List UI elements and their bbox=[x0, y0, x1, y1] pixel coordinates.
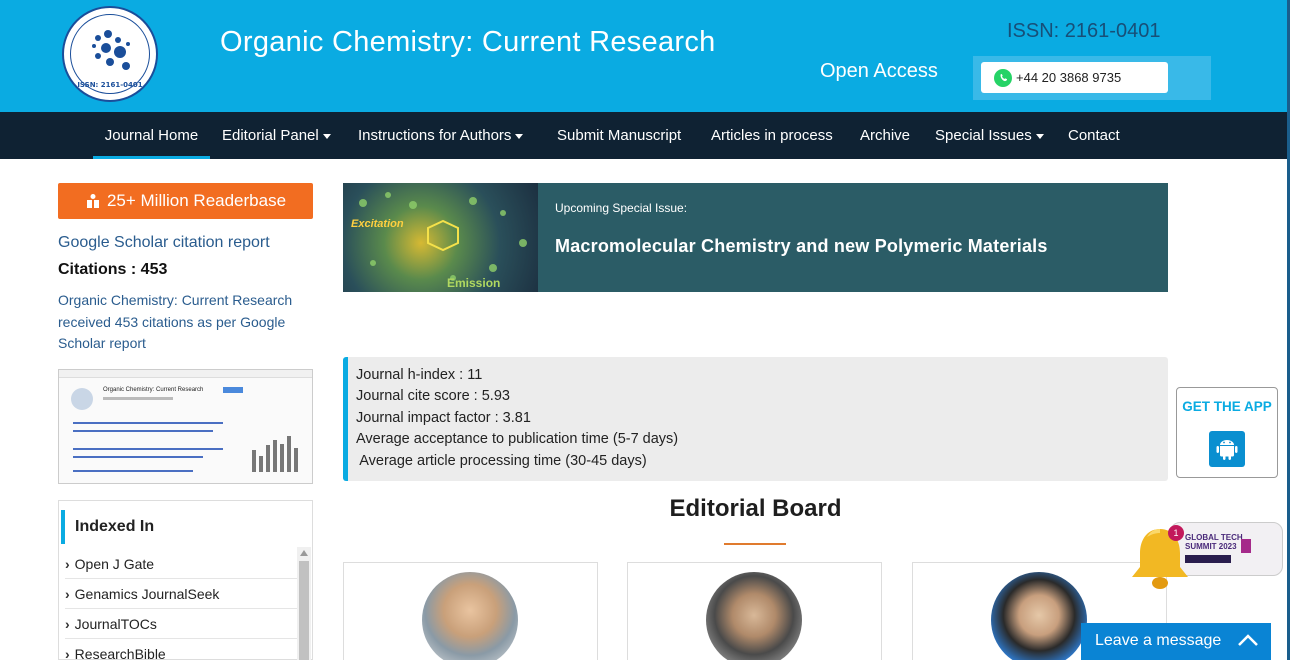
site-header: ISSN: 2161-0401 Organic Chemistry: Curre… bbox=[0, 0, 1287, 112]
journal-metrics-box: Journal h-index : 11 Journal cite score … bbox=[343, 357, 1168, 481]
chevron-right-icon: › bbox=[65, 646, 70, 660]
phone-number: +44 20 3868 9735 bbox=[1016, 70, 1122, 85]
editor-avatar bbox=[991, 572, 1087, 660]
nav-special-issues[interactable]: Special Issues bbox=[935, 112, 1044, 159]
nav-submit-manuscript[interactable]: Submit Manuscript bbox=[557, 112, 681, 159]
banner-image: Excitation Emission bbox=[343, 183, 538, 292]
indexed-item[interactable]: › ResearchBible bbox=[65, 639, 297, 660]
indexed-scrollbar[interactable] bbox=[297, 547, 311, 660]
editor-card[interactable] bbox=[627, 562, 882, 660]
scroll-thumb[interactable] bbox=[299, 561, 309, 660]
nav-contact[interactable]: Contact bbox=[1068, 112, 1120, 159]
editor-avatar bbox=[706, 572, 802, 660]
banner-label: Upcoming Special Issue: bbox=[555, 201, 688, 215]
editorial-board-title: Editorial Board bbox=[669, 495, 842, 522]
get-app-widget[interactable]: GET THE APP bbox=[1176, 387, 1278, 478]
indexed-item[interactable]: › Open J Gate bbox=[65, 549, 297, 579]
android-icon[interactable] bbox=[1209, 431, 1245, 467]
summit-ad[interactable]: GLOBAL TECH SUMMIT 2023 1 bbox=[1130, 519, 1285, 591]
logo-issn: ISSN: 2161-0401 bbox=[77, 81, 143, 89]
indexed-in-panel: Indexed In › Open J Gate › Genamics Journa… bbox=[58, 500, 313, 660]
summit-text: GLOBAL TECH SUMMIT 2023 bbox=[1185, 533, 1243, 551]
scroll-up-arrow-icon[interactable] bbox=[300, 550, 308, 556]
nav-instructions-for-authors[interactable]: Instructions for Authors bbox=[358, 112, 524, 159]
indexed-item[interactable]: › JournalTOCs bbox=[65, 609, 297, 639]
chevron-right-icon: › bbox=[65, 586, 70, 602]
contact-box: +44 20 3868 9735 bbox=[973, 56, 1211, 100]
journal-title[interactable]: Organic Chemistry: Current Research bbox=[220, 26, 716, 59]
thumb-title: Organic Chemistry: Current Research bbox=[103, 387, 204, 393]
caret-down-icon bbox=[322, 133, 331, 139]
notification-badge: 1 bbox=[1168, 525, 1184, 541]
phone-button[interactable]: +44 20 3868 9735 bbox=[981, 62, 1168, 93]
page: ISSN: 2161-0401 Organic Chemistry: Curre… bbox=[0, 0, 1290, 660]
editor-avatar bbox=[422, 572, 518, 660]
chevron-right-icon: › bbox=[65, 616, 70, 632]
leave-message-label: Leave a message bbox=[1095, 632, 1222, 649]
nav-editorial-panel[interactable]: Editorial Panel bbox=[222, 112, 331, 159]
indexed-in-title: Indexed In bbox=[61, 510, 301, 544]
caret-down-icon bbox=[515, 133, 524, 139]
readerbase-button[interactable]: 25+ Million Readerbase bbox=[58, 183, 313, 219]
readers-icon bbox=[86, 194, 99, 208]
nav-articles-in-process[interactable]: Articles in process bbox=[711, 112, 833, 159]
leave-message-button[interactable]: Leave a message bbox=[1081, 623, 1271, 660]
editor-card[interactable] bbox=[343, 562, 598, 660]
open-access-label: Open Access bbox=[820, 60, 938, 82]
special-issue-banner[interactable]: Excitation Emission Upcoming Special Iss… bbox=[343, 183, 1168, 292]
caret-down-icon bbox=[1035, 133, 1044, 139]
scholar-report-link[interactable]: Google Scholar citation report bbox=[58, 234, 270, 252]
whatsapp-icon bbox=[994, 68, 1012, 87]
metric-cite-score: Journal cite score : 5.93 bbox=[356, 388, 510, 404]
scholar-description[interactable]: Organic Chemistry: Current Research rece… bbox=[58, 290, 316, 355]
issn-label: ISSN: 2161-0401 bbox=[1007, 20, 1161, 42]
scholar-report-thumbnail[interactable]: Organic Chemistry: Current Research bbox=[58, 369, 313, 484]
journal-logo[interactable]: ISSN: 2161-0401 bbox=[62, 6, 158, 102]
molecule-icon bbox=[92, 30, 130, 70]
main-nav: Journal Home Editorial Panel Instruction… bbox=[0, 112, 1287, 159]
banner-title: Macromolecular Chemistry and new Polymer… bbox=[555, 236, 1048, 256]
readerbase-label: 25+ Million Readerbase bbox=[106, 191, 287, 210]
title-underline bbox=[724, 543, 786, 545]
indexed-item[interactable]: › Genamics JournalSeek bbox=[65, 579, 297, 609]
metric-processing-time: Average article processing time (30-45 d… bbox=[356, 453, 647, 469]
metric-acceptance-time: Average acceptance to publication time (… bbox=[356, 431, 679, 447]
get-app-label: GET THE APP bbox=[1182, 399, 1272, 414]
chevron-right-icon: › bbox=[65, 556, 70, 572]
citations-count: Citations : 453 bbox=[58, 261, 168, 278]
chevron-up-icon bbox=[1238, 634, 1258, 646]
metric-h-index: Journal h-index : 11 bbox=[356, 367, 483, 383]
nav-archive[interactable]: Archive bbox=[860, 112, 910, 159]
metric-impact-factor: Journal impact factor : 3.81 bbox=[356, 410, 531, 426]
svg-text:Excitation: Excitation bbox=[351, 218, 404, 230]
svg-text:Emission: Emission bbox=[447, 276, 500, 290]
nav-journal-home[interactable]: Journal Home bbox=[93, 112, 210, 159]
